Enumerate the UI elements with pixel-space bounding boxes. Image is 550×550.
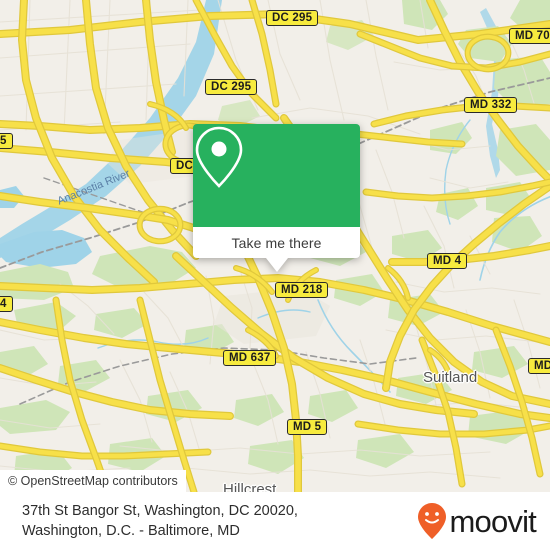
address-line-2: Washington, D.C. - Baltimore, MD — [22, 523, 240, 539]
map-screen: .w{fill:#9fd3e8} .pk{fill:#cfe5b8} .res{… — [0, 0, 550, 550]
place-label-hillcrest: Hillcrest — [223, 481, 277, 492]
moovit-wordmark: moovit — [449, 503, 536, 539]
place-label-suitland: Suitland — [423, 369, 478, 386]
highway-shield-left-edge-upper[interactable]: 5 — [0, 133, 13, 149]
highway-shield-md-5[interactable]: MD 5 — [287, 419, 328, 435]
highway-shield-md-edge[interactable]: MD — [528, 358, 550, 374]
highway-shield-left-edge-lower[interactable]: 4 — [0, 296, 13, 312]
highway-shield-dc-295-north[interactable]: DC 295 — [266, 10, 319, 26]
moovit-smiley-pin-icon — [418, 503, 447, 539]
highway-shield-md-332[interactable]: MD 332 — [464, 97, 518, 113]
highway-shield-md-218[interactable]: MD 218 — [275, 282, 329, 298]
highway-shield-dc-295-west[interactable]: DC 295 — [205, 79, 258, 95]
address-line-1: 37th St Bangor St, Washington, DC 20020, — [22, 503, 298, 519]
popup-header — [193, 124, 360, 227]
footer-bar: 37th St Bangor St, Washington, DC 20020,… — [0, 492, 550, 550]
address-block: 37th St Bangor St, Washington, DC 20020,… — [22, 501, 298, 541]
highway-shield-md-637[interactable]: MD 637 — [223, 350, 277, 366]
highway-shield-md-4[interactable]: MD 4 — [427, 253, 468, 269]
moovit-logo[interactable]: moovit — [417, 502, 537, 540]
map-canvas[interactable]: .w{fill:#9fd3e8} .pk{fill:#cfe5b8} .res{… — [0, 0, 550, 492]
map-pin-icon — [195, 126, 243, 188]
location-popup-card[interactable]: Take me there — [193, 124, 360, 272]
popup-action-bar[interactable]: Take me there — [193, 227, 360, 258]
popup-pointer-tail — [265, 258, 288, 272]
take-me-there-label: Take me there — [231, 234, 322, 251]
highway-shield-md-704[interactable]: MD 704 — [509, 28, 550, 44]
map-attribution[interactable]: © OpenStreetMap contributors — [0, 470, 186, 492]
